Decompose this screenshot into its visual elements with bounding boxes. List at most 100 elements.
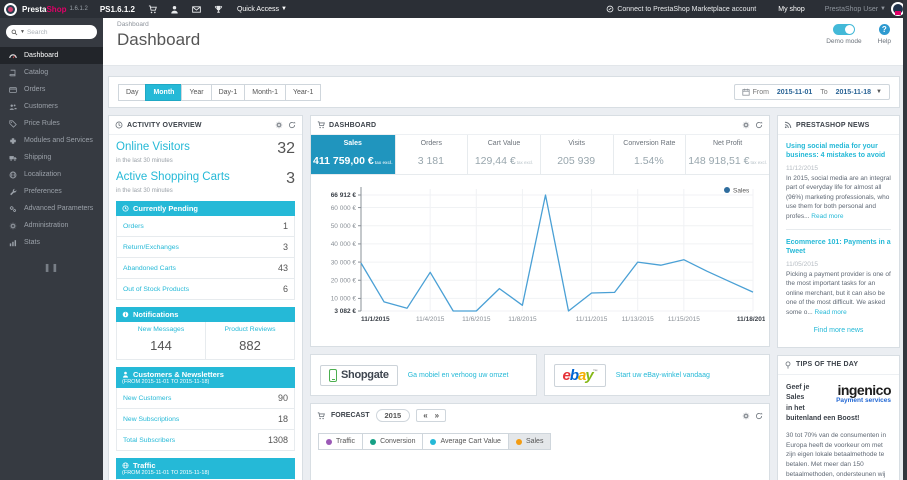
product-reviews-cell[interactable]: Product Reviews 882 xyxy=(206,322,295,360)
panel-title: TIPS OF THE DAY xyxy=(796,361,859,369)
sidebar-collapse-button[interactable]: ❚❚ xyxy=(0,263,103,272)
globe-icon xyxy=(9,171,17,178)
svg-text:Sales: Sales xyxy=(733,187,750,194)
panel-settings-icon[interactable] xyxy=(275,121,283,129)
sidebar-item-label: Advanced Parameters xyxy=(24,205,94,212)
online-visitors-sub: in the last 30 minutes xyxy=(116,158,173,164)
forecast-prev-button[interactable]: « xyxy=(423,411,427,420)
forecast-legend-conversion[interactable]: Conversion xyxy=(362,433,424,450)
ebay-link[interactable]: Start uw eBay-winkel vandaag xyxy=(616,372,710,379)
svg-text:30 000 €: 30 000 € xyxy=(331,259,357,266)
range-month-button[interactable]: Month xyxy=(145,83,183,101)
panel-refresh-icon[interactable] xyxy=(288,121,296,129)
shopgate-link[interactable]: Ga mobiel en verhoog uw omzet xyxy=(408,372,509,379)
pending-row-out-of-stock[interactable]: Out of Stock Products 6 xyxy=(116,279,295,300)
my-shop-link[interactable]: My shop xyxy=(778,6,804,13)
panel-title: PRESTASHOP NEWS xyxy=(796,121,870,129)
online-visitors-link[interactable]: Online Visitors xyxy=(116,141,190,153)
sidebar-search[interactable]: ▼ xyxy=(6,25,97,39)
prestashop-logo-icon xyxy=(4,2,17,16)
pending-row-abandoned-carts[interactable]: Abandoned Carts 43 xyxy=(116,258,295,279)
kpi-tile-cart-value[interactable]: Cart Value 129,44 €tax excl. xyxy=(468,135,541,174)
new-messages-cell[interactable]: New Messages 144 xyxy=(116,322,206,360)
news-article-link[interactable]: Using social media for your business: 4 … xyxy=(786,142,891,161)
range-day-button[interactable]: Day xyxy=(118,83,147,101)
kpi-tile-net-profit[interactable]: Net Profit 148 918,51 €tax excl. xyxy=(686,135,769,174)
forecast-legend-sales[interactable]: Sales xyxy=(507,433,552,450)
page-header: Dashboard Dashboard Demo mode ? Help xyxy=(103,18,907,66)
panel-refresh-icon[interactable] xyxy=(755,121,763,129)
sidebar-item-label: Localization xyxy=(24,171,61,178)
range-day-1-button[interactable]: Day-1 xyxy=(210,83,246,101)
kpi-tile-sales[interactable]: Sales 411 759,00 €tax excl. xyxy=(311,135,396,174)
ebay-logo: ebay™ xyxy=(553,363,606,387)
quick-access-menu[interactable]: Quick Access ▼ xyxy=(237,6,287,13)
find-more-news-link[interactable]: Find more news xyxy=(786,327,891,334)
ebay-banner[interactable]: ebay™ Start uw eBay-winkel vandaag xyxy=(543,354,770,396)
sidebar-item-price-rules[interactable]: Price Rules xyxy=(0,115,103,132)
news-article: Using social media for your business: 4 … xyxy=(786,142,891,220)
trophy-icon[interactable] xyxy=(214,5,223,14)
kpi-tile-visits[interactable]: Visits 205 939 xyxy=(541,135,614,174)
kpi-tile-orders[interactable]: Orders 3 181 xyxy=(396,135,469,174)
rss-icon xyxy=(784,121,792,129)
sidebar-item-orders[interactable]: Orders xyxy=(0,81,103,98)
new-subscriptions-row[interactable]: New Subscriptions 18 xyxy=(116,409,295,430)
panel-settings-icon[interactable] xyxy=(742,121,750,129)
active-carts-stat: Active Shopping Carts 3 xyxy=(116,171,295,187)
cart-icon[interactable] xyxy=(148,4,157,14)
panel-settings-icon[interactable] xyxy=(742,412,750,420)
sidebar-item-preferences[interactable]: Preferences xyxy=(0,183,103,200)
forecast-legend-traffic[interactable]: Traffic xyxy=(318,433,364,450)
read-more-link[interactable]: Read more xyxy=(811,213,843,220)
date-range-picker[interactable]: From 2015-11-01 To 2015-11-18 ▼ xyxy=(733,84,890,100)
credit-card-icon xyxy=(9,86,17,93)
panel-refresh-icon[interactable] xyxy=(755,412,763,420)
forecast-legend-average-cart-value[interactable]: Average Cart Value xyxy=(422,433,509,450)
demo-mode-toggle[interactable] xyxy=(832,24,855,35)
news-article-link[interactable]: Ecommerce 101: Payments in a Tweet xyxy=(786,238,891,257)
range-month-1-button[interactable]: Month-1 xyxy=(244,83,286,101)
scrollbar[interactable] xyxy=(903,0,907,480)
active-carts-link[interactable]: Active Shopping Carts xyxy=(116,171,230,183)
sidebar-item-dashboard[interactable]: Dashboard xyxy=(0,47,103,64)
range-year-1-button[interactable]: Year-1 xyxy=(284,83,322,101)
svg-text:50 000 €: 50 000 € xyxy=(331,223,357,230)
sidebar-item-advanced-parameters[interactable]: Advanced Parameters xyxy=(0,200,103,217)
search-scope-caret-icon[interactable]: ▼ xyxy=(20,29,25,35)
sidebar: ▼ Dashboard Catalog Orders Customers Pri… xyxy=(0,18,103,480)
forecast-next-button[interactable]: » xyxy=(435,411,439,420)
wrench-icon xyxy=(10,188,17,195)
pending-row-returns[interactable]: Return/Exchanges 3 xyxy=(116,237,295,258)
sidebar-item-shipping[interactable]: Shipping xyxy=(0,149,103,166)
puzzle-icon xyxy=(10,137,16,144)
sidebar-item-stats[interactable]: Stats xyxy=(0,234,103,251)
read-more-link[interactable]: Read more xyxy=(815,309,847,316)
kpi-tile-conversion-rate[interactable]: Conversion Rate 1.54% xyxy=(614,135,687,174)
sidebar-item-localization[interactable]: Localization xyxy=(0,166,103,183)
sidebar-item-administration[interactable]: Administration xyxy=(0,217,103,234)
search-input[interactable] xyxy=(26,28,85,36)
total-subscribers-row[interactable]: Total Subscribers 1308 xyxy=(116,430,295,451)
new-customers-row[interactable]: New Customers 90 xyxy=(116,388,295,409)
sidebar-item-modules[interactable]: Modules and Services xyxy=(0,132,103,149)
calendar-icon xyxy=(741,88,750,96)
sidebar-item-customers[interactable]: Customers xyxy=(0,98,103,115)
range-year-button[interactable]: Year xyxy=(181,83,212,101)
shopgate-banner[interactable]: Shopgate Ga mobiel en verhoog uw omzet xyxy=(310,354,537,396)
pending-row-orders[interactable]: Orders 1 xyxy=(116,216,295,237)
person-icon xyxy=(122,371,129,378)
user-menu[interactable]: PrestaShop User ▼ xyxy=(825,6,886,13)
marketplace-connect-link[interactable]: Connect to PrestaShop Marketplace accoun… xyxy=(606,5,756,13)
user-icon[interactable] xyxy=(170,5,179,14)
envelope-icon[interactable] xyxy=(192,5,201,14)
help-button[interactable]: ? xyxy=(878,24,890,35)
book-icon xyxy=(9,69,16,76)
news-article: Ecommerce 101: Payments in a Tweet 11/05… xyxy=(786,238,891,316)
forecast-year[interactable]: 2015 xyxy=(375,409,411,422)
dashboard-panel: DASHBOARD Sales 411 759,00 €tax excl. Or… xyxy=(310,115,770,347)
help-label: Help xyxy=(877,38,891,45)
bar-chart-icon xyxy=(9,239,17,246)
active-carts-sub: in the last 30 minutes xyxy=(116,188,173,194)
sidebar-item-catalog[interactable]: Catalog xyxy=(0,64,103,81)
